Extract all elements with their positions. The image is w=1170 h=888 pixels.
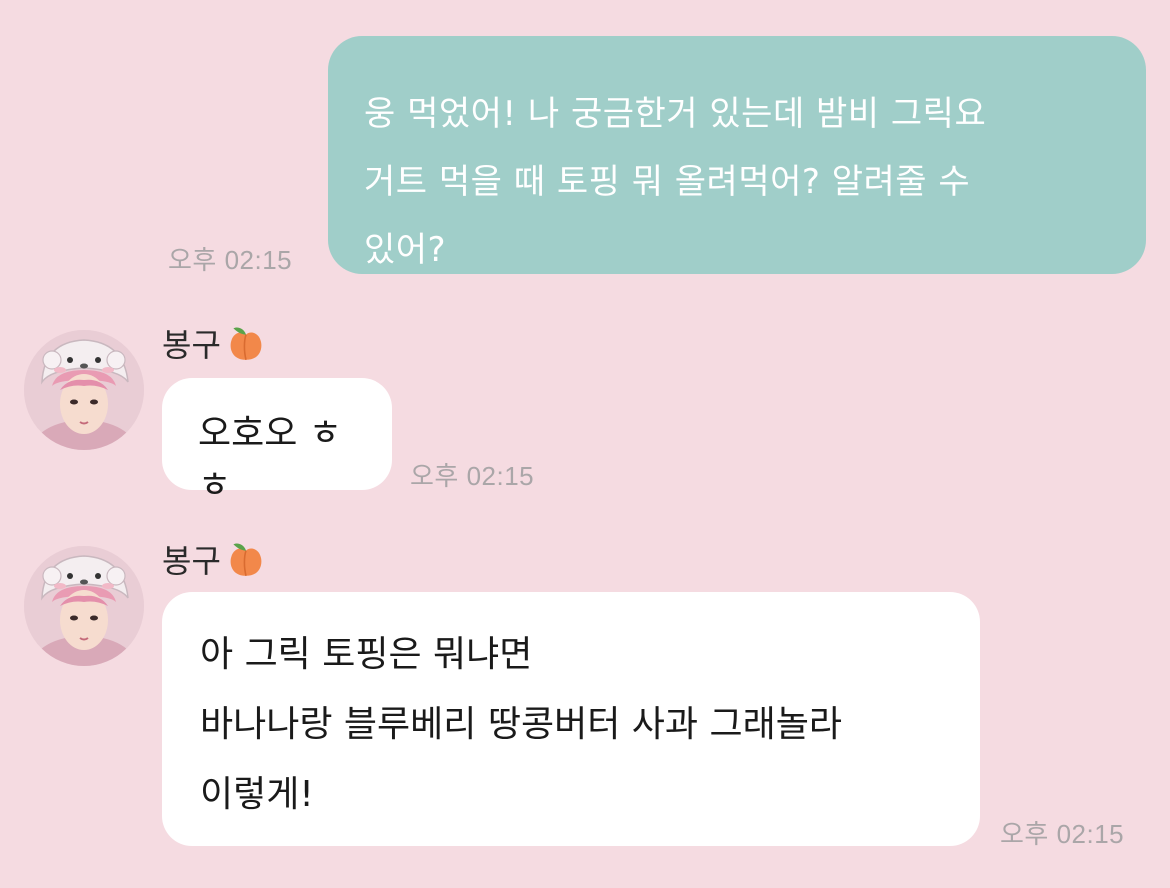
incoming-message-time: 오후 02:15 xyxy=(410,461,535,491)
sender-name: 봉구 xyxy=(162,542,221,580)
sender-name-row: 봉구 xyxy=(162,536,267,582)
peach-icon xyxy=(230,543,262,576)
avatar-illustration xyxy=(24,330,144,450)
avatar-illustration xyxy=(24,546,144,666)
sender-name-row: 봉구 xyxy=(162,320,267,366)
sender-name: 봉구 xyxy=(162,326,221,364)
avatar[interactable] xyxy=(24,330,144,450)
incoming-message-time: 오후 02:15 xyxy=(1000,819,1125,849)
outgoing-message-bubble[interactable]: 웅 먹었어! 나 궁금한거 있는데 밤비 그릭요 거트 먹을 때 토핑 뭐 올려… xyxy=(328,36,1146,274)
incoming-message-bubble[interactable]: 아 그릭 토핑은 뭐냐면 바나나랑 블루베리 땅콩버터 사과 그래놀라 이렇게! xyxy=(162,592,980,846)
avatar[interactable] xyxy=(24,546,144,666)
outgoing-message-time: 오후 02:15 xyxy=(168,245,293,275)
peach-icon xyxy=(230,327,262,360)
incoming-message-bubble[interactable]: 오호오 ㅎㅎ xyxy=(162,378,392,506)
